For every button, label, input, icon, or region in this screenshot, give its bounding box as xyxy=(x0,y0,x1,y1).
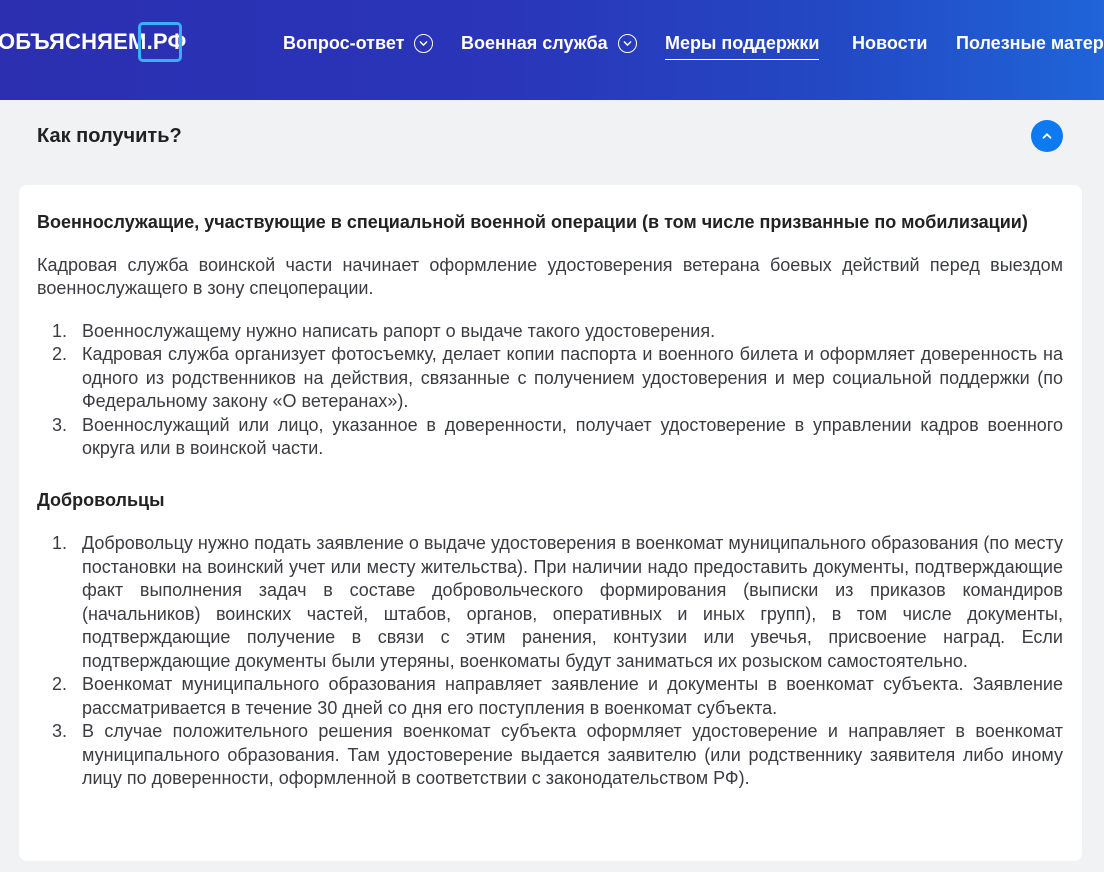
chevron-down-icon[interactable] xyxy=(617,33,637,53)
section-intro: Кадровая служба воинской части начинает … xyxy=(37,254,1063,299)
steps-list-military: 1. Военнослужащему нужно написать рапорт … xyxy=(37,320,1063,461)
accordion-title[interactable]: Как получить? xyxy=(37,125,182,148)
logo-bubble-icon xyxy=(138,22,182,62)
nav-item-military-service[interactable]: Военная служба xyxy=(461,30,637,56)
nav-item-label: Полезные матер xyxy=(956,32,1104,53)
site-header: ОБЪЯСНЯЕМ.РФ Вопрос-ответ Военная служба… xyxy=(0,0,1104,100)
panel-content: Военнослужащие, участвующие в специально… xyxy=(37,211,1063,791)
chevron-up-icon[interactable] xyxy=(1031,120,1063,152)
nav-item-news[interactable]: Новости xyxy=(852,30,927,56)
nav-item-label: Военная служба xyxy=(461,32,608,53)
steps-list-volunteers: 1. Добровольцу нужно подать заявление о в… xyxy=(37,532,1063,791)
nav-item-useful-materials[interactable]: Полезные матер xyxy=(956,30,1104,56)
list-item-number: 1. xyxy=(52,320,68,341)
nav-item-support-measures[interactable]: Меры поддержки xyxy=(665,30,820,60)
list-item: 2. Кадровая служба организует фотосъемку,… xyxy=(37,343,1063,414)
chevron-down-icon[interactable] xyxy=(414,33,434,53)
list-item-number: 3. xyxy=(52,721,68,741)
list-item-text: Добровольцу нужно подать заявление о выд… xyxy=(82,533,1063,671)
list-item-text: Военкомат муниципального образования нап… xyxy=(82,674,1063,718)
nav-item-label: Меры поддержки xyxy=(665,32,820,53)
list-item: 3. Военнослужащий или лицо, указанное в д… xyxy=(37,414,1063,461)
section-heading-volunteers: Добровольцы xyxy=(37,489,165,510)
list-item-number: 3. xyxy=(52,414,68,435)
nav-item-label: Вопрос-ответ xyxy=(283,32,405,53)
list-item-number: 1. xyxy=(52,533,68,553)
list-item-text: Кадровая служба организует фотосъемку, д… xyxy=(82,344,1063,411)
list-item: 2. Военкомат муниципального образования н… xyxy=(37,673,1063,720)
list-item-text: В случае положительного решения военкома… xyxy=(82,721,1063,788)
list-item-number: 2. xyxy=(52,674,68,694)
site-logo[interactable]: ОБЪЯСНЯЕМ.РФ xyxy=(0,20,186,64)
nav-item-label: Новости xyxy=(852,32,928,53)
nav-item-questions[interactable]: Вопрос-ответ xyxy=(283,30,434,56)
list-item-text: Военнослужащий или лицо, указанное в дов… xyxy=(82,414,1063,459)
section-heading-military: Военнослужащие, участвующие в специально… xyxy=(37,212,1028,232)
list-item-number: 2. xyxy=(52,344,68,364)
accordion-panel: Военнослужащие, участвующие в специально… xyxy=(19,185,1082,861)
list-item-text: Военнослужащему нужно написать рапорт о … xyxy=(82,320,716,341)
list-item: 1. Военнослужащему нужно написать рапорт … xyxy=(37,320,1063,344)
list-item: 3. В случае положительного решения военко… xyxy=(37,720,1063,791)
list-item: 1. Добровольцу нужно подать заявление о в… xyxy=(37,532,1063,673)
